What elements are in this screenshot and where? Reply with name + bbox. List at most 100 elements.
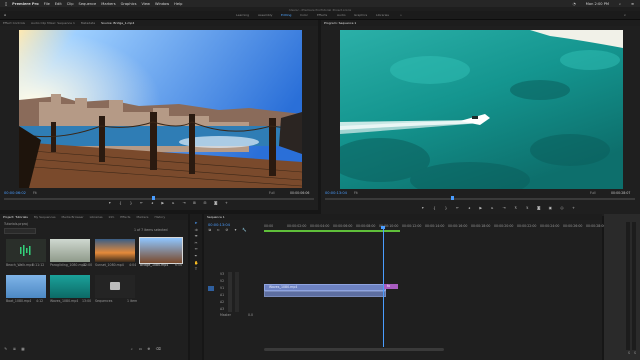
tab-effects[interactable]: Effects [120, 215, 130, 219]
add-button-icon[interactable]: + [225, 201, 229, 206]
track-label-v2[interactable]: V2 [220, 279, 224, 283]
step-forward-icon[interactable]: ⇥ [182, 201, 186, 206]
tab-history[interactable]: History [154, 215, 165, 219]
workspace-color[interactable]: Color [300, 13, 308, 17]
vr-icon[interactable]: ◎ [560, 206, 564, 211]
new-bin-icon[interactable]: ▭ [139, 347, 143, 352]
tab-media-browser[interactable]: Media Browser [62, 215, 84, 219]
track-label-a2[interactable]: A2 [220, 300, 224, 304]
tab-info[interactable]: Info [109, 215, 115, 219]
source-patch-v1[interactable] [208, 286, 214, 291]
project-search-input[interactable] [4, 228, 36, 234]
source-playhead[interactable] [152, 196, 155, 200]
menu-view[interactable]: View [141, 2, 150, 6]
thumbnail-bridge-selected[interactable] [139, 237, 183, 264]
lift-icon[interactable]: ⊼ [514, 206, 518, 211]
tab-program[interactable]: Program: Sequence 1 [324, 21, 356, 25]
solo-button[interactable]: S [628, 351, 630, 355]
track-label-a3[interactable]: A3 [220, 307, 224, 311]
thumbnail-waves[interactable] [50, 275, 90, 298]
workspace-audio[interactable]: Audio [337, 13, 346, 17]
track-mute-column[interactable] [235, 272, 239, 312]
program-fit-select[interactable]: Fit [354, 191, 358, 195]
bin-sequences[interactable] [95, 275, 135, 298]
step-back-icon[interactable]: ⇤ [456, 206, 460, 211]
program-video-frame[interactable] [340, 30, 623, 189]
step-forward-icon[interactable]: ⇥ [502, 206, 506, 211]
add-button-icon[interactable]: + [572, 206, 576, 211]
source-video-frame[interactable] [19, 30, 302, 188]
thumbnail-boat[interactable] [6, 275, 46, 298]
snap-icon[interactable]: ⊂ [217, 228, 221, 233]
thumbnail-paragliding[interactable] [50, 239, 90, 262]
tab-audio-clip-mixer[interactable]: Audio Clip Mixer: Sequence 1 [31, 21, 75, 25]
menu-file[interactable]: File [44, 2, 50, 6]
timeline-timecode[interactable]: 00:00:13:04 [208, 223, 230, 227]
frame-back-icon[interactable]: ◂ [467, 206, 471, 211]
overwrite-icon[interactable]: ⊟ [203, 201, 207, 206]
marker-icon[interactable]: ▾ [108, 201, 112, 206]
workspace-effects[interactable]: Effects [317, 13, 327, 17]
thumbnail-sunset[interactable] [95, 239, 135, 262]
step-back-icon[interactable]: ⇤ [140, 201, 144, 206]
search-icon[interactable]: ⌕ [130, 347, 134, 352]
play-icon[interactable]: ▶ [479, 206, 483, 211]
frame-forward-icon[interactable]: ▸ [172, 201, 176, 206]
workspace-editing[interactable]: Editing [281, 13, 291, 17]
mark-in-icon[interactable]: { [119, 201, 123, 206]
workspace-graphics[interactable]: Graphics [354, 13, 367, 17]
timeline-clip-purple[interactable]: fx [384, 284, 398, 289]
add-marker-icon[interactable]: ▾ [234, 228, 238, 233]
settings-icon[interactable]: 🔧 [242, 228, 246, 233]
program-playhead[interactable] [451, 196, 454, 200]
workspace-learning[interactable]: Learning [236, 13, 249, 17]
nest-icon[interactable]: ⧉ [208, 228, 212, 233]
solo-button[interactable]: S [634, 351, 636, 355]
wifi-icon[interactable]: ◔ [573, 2, 576, 6]
play-icon[interactable]: ▶ [161, 201, 165, 206]
program-timecode[interactable]: 00:00:13:04 [325, 191, 347, 195]
type-tool-icon[interactable]: T [194, 268, 198, 272]
source-scrub-bar[interactable] [4, 198, 314, 200]
app-menu[interactable]: Premiere Pro [12, 2, 39, 6]
timeline-playhead[interactable] [383, 227, 384, 347]
workspace-libraries[interactable]: Libraries [376, 13, 389, 17]
playhead-handle[interactable] [381, 226, 385, 229]
timeline-scrollbar[interactable] [264, 348, 444, 351]
hand-tool-icon[interactable]: ✋ [194, 261, 198, 266]
work-area-bar[interactable] [264, 230, 400, 232]
track-label-a1[interactable]: A1 [220, 293, 224, 297]
menu-sequence[interactable]: Sequence [79, 2, 97, 6]
new-item-icon[interactable]: ⊕ [147, 347, 151, 352]
menu-clip[interactable]: Clip [67, 2, 74, 6]
source-resolution-select[interactable]: Full [269, 191, 274, 195]
clock[interactable]: Mon 2:00 PM [586, 2, 609, 6]
tab-libraries[interactable]: Libraries [90, 215, 103, 219]
time-ruler[interactable]: 00:00 00:00:02:00 00:00:04:00 00:00:06:0… [264, 223, 605, 232]
tab-metadata[interactable]: Metadata [81, 21, 95, 25]
ripple-edit-icon[interactable]: ⇹ [194, 235, 198, 239]
slip-tool-icon[interactable]: ↔ [194, 248, 198, 252]
program-scrub-bar[interactable] [325, 198, 635, 200]
menu-graphics[interactable]: Graphics [121, 2, 137, 6]
tab-effect-controls[interactable]: Effect Controls [3, 21, 25, 25]
export-frame-icon[interactable]: ◙ [214, 201, 218, 206]
menu-window[interactable]: Window [155, 2, 169, 6]
menu-help[interactable]: Help [174, 2, 182, 6]
master-volume[interactable]: 0.0 [248, 313, 253, 317]
list-view-icon[interactable]: ≣ [13, 347, 17, 352]
comparison-view-icon[interactable]: ▣ [549, 206, 553, 211]
track-toggle-column[interactable] [228, 272, 232, 312]
track-label-v1[interactable]: V1 [220, 286, 224, 290]
selection-tool-icon[interactable]: ➤ [194, 221, 198, 226]
extract-icon[interactable]: ⊻ [525, 206, 529, 211]
source-timecode[interactable]: 00:00:06:02 [4, 191, 26, 195]
tab-my-sequences[interactable]: My Sequences [34, 215, 56, 219]
razor-tool-icon[interactable]: ✂ [194, 241, 198, 246]
program-resolution-select[interactable]: Full [590, 191, 595, 195]
marker-icon[interactable]: ▾ [421, 206, 425, 211]
mark-out-icon[interactable]: } [129, 201, 133, 206]
thumbnail-beach-walk[interactable] [6, 239, 46, 262]
menu-edit[interactable]: Edit [55, 2, 62, 6]
linked-selection-icon[interactable]: ⊘ [225, 228, 229, 233]
